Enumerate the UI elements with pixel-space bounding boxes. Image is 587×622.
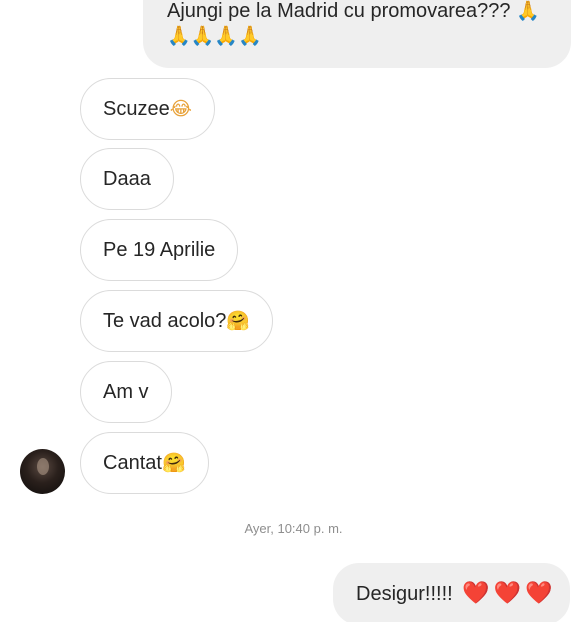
pray-emoji-icon: 🙏 <box>238 25 262 47</box>
pray-emoji-icon: 🙏 <box>190 25 215 47</box>
chat-thread: Ajungi pe la Madrid cu promovarea??? 🙏 🙏… <box>0 0 587 622</box>
message-text: Pe 19 Aprilie <box>103 239 216 261</box>
message-text: Am v <box>103 381 149 403</box>
message-text: Ajungi pe la Madrid cu promovarea??? <box>167 0 511 22</box>
hugging-emoji-icon: 🤗 <box>161 452 186 474</box>
message-line: Ajungi pe la Madrid cu promovarea??? 🙏 <box>167 0 547 24</box>
red-heart-emoji-icon: ❤️ <box>462 581 490 606</box>
message-text: Cantat <box>103 452 162 474</box>
message-line: 🙏🙏🙏🙏 <box>167 24 547 49</box>
message-text: Daaa <box>103 168 151 190</box>
tears-of-joy-emoji-icon: 😂 <box>169 98 192 120</box>
incoming-message-bubble[interactable]: Cantat🤗 <box>80 432 209 494</box>
pray-emoji-icon: 🙏 <box>167 25 191 47</box>
outgoing-message-bubble[interactable]: Ajungi pe la Madrid cu promovarea??? 🙏 🙏… <box>143 0 571 68</box>
incoming-message-bubble[interactable]: Te vad acolo?🤗 <box>80 290 274 352</box>
message-text: Scuzee <box>103 98 170 120</box>
outgoing-message-bubble[interactable]: Desigur!!!!! ❤️ ❤️ ❤️ <box>333 563 570 622</box>
pray-emoji-icon: 🙏 <box>516 0 540 22</box>
message-text: Te vad acolo? <box>103 310 227 332</box>
incoming-message-bubble[interactable]: Daaa <box>80 148 174 210</box>
red-heart-emoji-icon: ❤️ <box>493 581 522 606</box>
message-timestamp: Ayer, 10:40 p. m. <box>244 521 343 536</box>
avatar-photo-icon <box>37 458 49 475</box>
incoming-message-bubble[interactable]: Am v <box>80 361 172 423</box>
message-text: Desigur!!!!! <box>356 583 453 605</box>
pray-emoji-icon: 🙏 <box>214 25 239 47</box>
contact-avatar[interactable] <box>20 449 65 494</box>
red-heart-emoji-icon: ❤️ <box>525 581 553 606</box>
incoming-message-bubble[interactable]: Pe 19 Aprilie <box>80 219 239 281</box>
hugging-emoji-icon: 🤗 <box>226 310 251 332</box>
incoming-message-bubble[interactable]: Scuzee😂 <box>80 78 215 140</box>
